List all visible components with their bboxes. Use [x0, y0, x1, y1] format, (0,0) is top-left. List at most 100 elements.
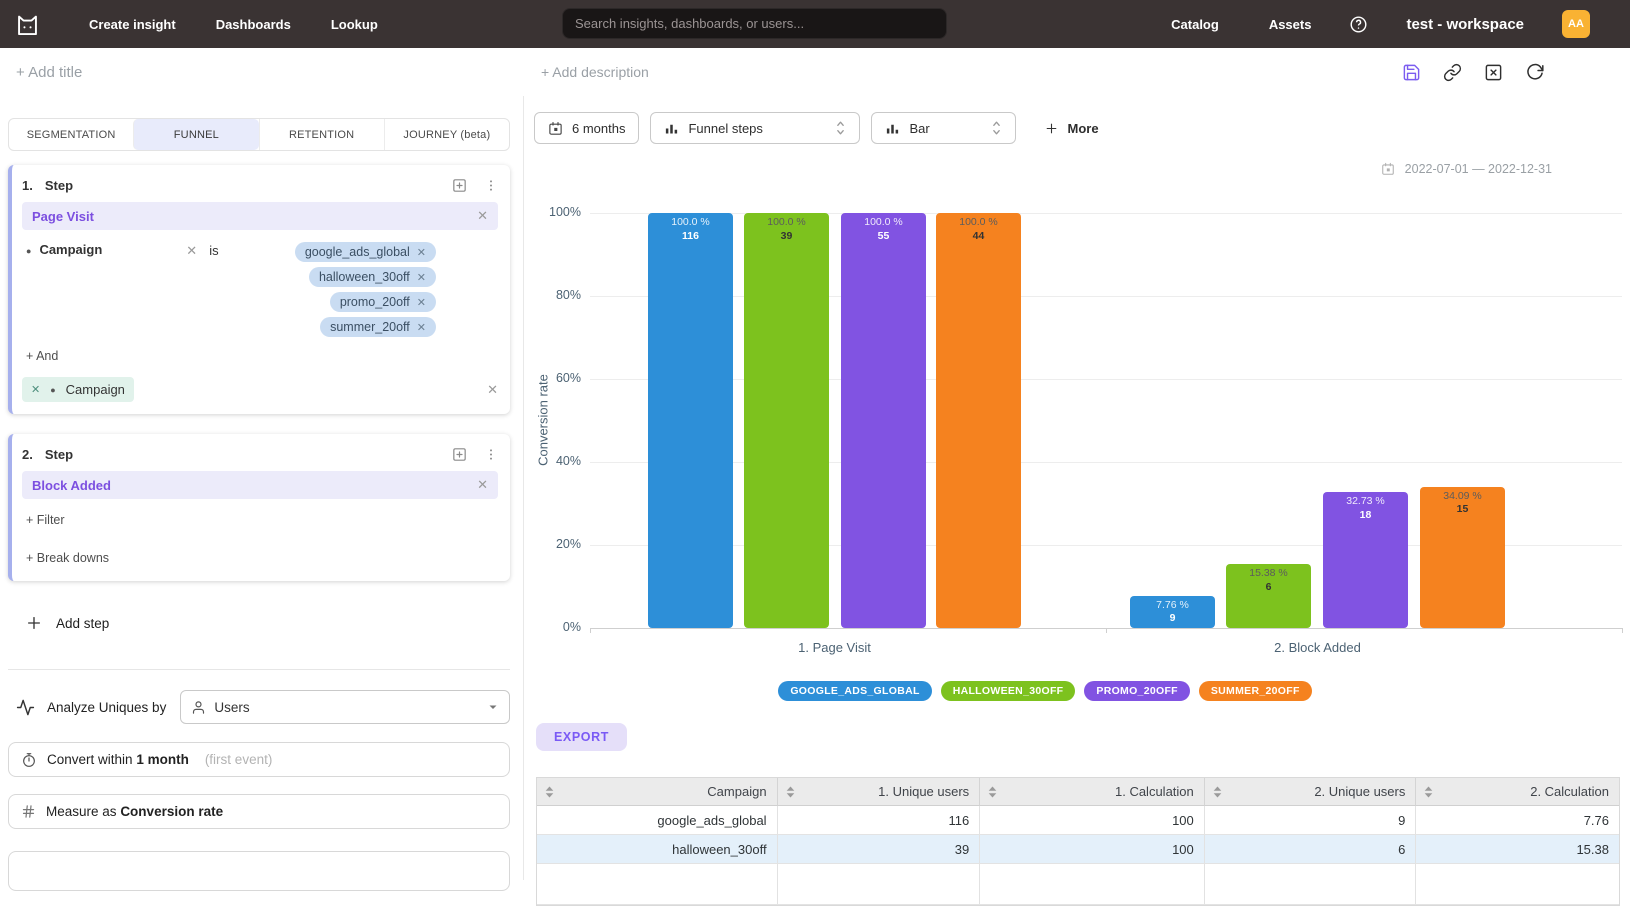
sort-icon[interactable] — [545, 786, 554, 798]
hash-icon — [21, 804, 36, 819]
app-logo-cat-icon[interactable] — [14, 11, 41, 38]
legend-pill-promo-20off[interactable]: PROMO_20OFF — [1084, 681, 1189, 701]
bar-halloween-30off-2[interactable]: 15.38 %6 — [1226, 564, 1311, 628]
filter-property[interactable]: Campaign — [39, 242, 102, 257]
plus-icon — [1045, 122, 1058, 135]
header-cell-campaign[interactable]: Campaign — [537, 778, 778, 806]
sort-icon[interactable] — [1213, 786, 1222, 798]
breakdown-chip[interactable]: ✕ ● Campaign — [22, 377, 134, 402]
export-button[interactable]: EXPORT — [536, 723, 627, 751]
date-range-button[interactable]: 6 months — [534, 112, 639, 144]
convert-within-row[interactable]: Convert within 1 month (first event) — [8, 742, 510, 777]
remove-breakdown-icon[interactable]: ✕ — [31, 383, 40, 396]
tab-segmentation[interactable]: SEGMENTATION — [9, 119, 133, 150]
legend-pill-summer-20off[interactable]: SUMMER_20OFF — [1199, 681, 1312, 701]
add-title-button[interactable]: + Add title — [16, 64, 82, 81]
chip-label: halloween_30off — [319, 270, 410, 284]
tab-funnel[interactable]: FUNNEL — [133, 119, 258, 150]
search-input[interactable] — [575, 16, 934, 31]
remove-value-icon[interactable]: ✕ — [417, 296, 426, 309]
bar-summer-20off-1[interactable]: 100.0 %44 — [936, 213, 1021, 628]
nav-link-dashboards[interactable]: Dashboards — [216, 17, 291, 32]
cell-2-unique-users: 9 — [1205, 806, 1417, 834]
duplicate-step-icon[interactable] — [451, 177, 468, 194]
add-breakdowns-link[interactable]: + Break downs — [26, 551, 498, 565]
cell-1-unique-users: 116 — [778, 806, 981, 834]
nav-link-lookup[interactable]: Lookup — [331, 17, 378, 32]
measure-as-row[interactable]: Measure as Conversion rate — [8, 794, 510, 829]
filter-operator[interactable]: is — [209, 243, 218, 258]
header-label: Campaign — [554, 784, 777, 799]
bar-summer-20off-2[interactable]: 34.09 %15 — [1420, 487, 1505, 628]
sort-icon[interactable] — [786, 786, 795, 798]
bullet-icon: ● — [50, 385, 55, 395]
remove-filter-icon[interactable]: ✕ — [186, 243, 197, 259]
filter-value-chip-halloween-30off[interactable]: halloween_30off ✕ — [309, 267, 436, 287]
header-cell-1-unique-users[interactable]: 1. Unique users — [778, 778, 981, 806]
legend-pill-google-ads-global[interactable]: GOOGLE_ADS_GLOBAL — [778, 681, 931, 701]
bar-promo-20off-1[interactable]: 100.0 %55 — [841, 213, 926, 628]
step-index: 1. — [22, 178, 33, 193]
y-tick-label: 100% — [525, 205, 581, 219]
add-description-button[interactable]: + Add description — [541, 64, 649, 80]
bar-google-ads-global-1[interactable]: 100.0 %116 — [648, 213, 733, 628]
more-label: More — [1067, 121, 1098, 136]
duplicate-step-icon[interactable] — [451, 446, 468, 463]
header-cell-2-calculation[interactable]: 2. Calculation — [1416, 778, 1619, 806]
filter-value-chip-google-ads-global[interactable]: google_ads_global ✕ — [295, 242, 436, 262]
refresh-icon[interactable] — [1525, 63, 1544, 82]
add-and-condition-link[interactable]: + And — [26, 349, 498, 363]
nav-link-create-insight[interactable]: Create insight — [89, 17, 176, 32]
tab-journey-beta[interactable]: JOURNEY (beta) — [384, 119, 509, 150]
save-icon[interactable] — [1402, 63, 1421, 82]
setting-row-partial[interactable] — [8, 851, 510, 891]
header-cell-1-calculation[interactable]: 1. Calculation — [980, 778, 1205, 806]
avatar[interactable]: AA — [1562, 10, 1590, 38]
remove-value-icon[interactable]: ✕ — [417, 321, 426, 334]
y-tick-label: 40% — [525, 454, 581, 468]
chip-label: google_ads_global — [305, 245, 410, 259]
bar-percent: 100.0 % — [841, 216, 926, 230]
sort-icon[interactable] — [988, 786, 997, 798]
panel-divider — [8, 669, 510, 670]
table-row-google-ads-global[interactable]: google_ads_global11610097.76 — [537, 806, 1619, 835]
nav-link-catalog[interactable]: Catalog — [1171, 17, 1219, 32]
tab-retention[interactable]: RETENTION — [259, 119, 384, 150]
step-title: Step — [45, 447, 73, 462]
step-2-event[interactable]: Block Added ✕ — [22, 471, 498, 499]
view-select[interactable]: Funnel steps — [650, 112, 860, 144]
cell-empty — [537, 864, 778, 904]
remove-value-icon[interactable]: ✕ — [417, 271, 426, 284]
copy-link-icon[interactable] — [1443, 63, 1462, 82]
table-row-halloween-30off[interactable]: halloween_30off39100615.38 — [537, 835, 1619, 864]
bar-count: 6 — [1226, 581, 1311, 595]
chart-type-select[interactable]: Bar — [871, 112, 1016, 144]
sort-icon[interactable] — [1424, 786, 1433, 798]
step-1-event[interactable]: Page Visit ✕ — [22, 202, 498, 230]
analyze-entity-select[interactable]: Users — [180, 690, 510, 724]
clear-icon[interactable] — [1484, 63, 1503, 82]
filter-value-chip-summer-20off[interactable]: summer_20off✕ — [320, 317, 436, 337]
add-filter-link[interactable]: + Filter — [26, 513, 498, 527]
filter-value-chip-promo-20off[interactable]: promo_20off✕ — [330, 292, 436, 312]
more-button[interactable]: More — [1045, 121, 1098, 136]
step-menu-kebab-icon[interactable] — [484, 447, 498, 462]
y-tick-label: 20% — [525, 537, 581, 551]
header-cell-2-unique-users[interactable]: 2. Unique users — [1205, 778, 1417, 806]
remove-breakdown-row-icon[interactable]: ✕ — [487, 382, 498, 398]
step-card-1: 1. Step Page Visit — [8, 165, 510, 414]
add-step-button[interactable]: Add step — [26, 615, 523, 631]
remove-event-icon[interactable]: ✕ — [477, 477, 488, 493]
help-icon[interactable] — [1349, 15, 1368, 34]
remove-value-icon[interactable]: ✕ — [417, 246, 426, 259]
step-menu-kebab-icon[interactable] — [484, 178, 498, 193]
bar-promo-20off-2[interactable]: 32.73 %18 — [1323, 492, 1408, 628]
workspace-name[interactable]: test - workspace — [1406, 16, 1524, 33]
bar-halloween-30off-1[interactable]: 100.0 %39 — [744, 213, 829, 628]
legend-pill-halloween-30off[interactable]: HALLOWEEN_30OFF — [941, 681, 1076, 701]
bar-google-ads-global-2[interactable]: 7.76 %9 — [1130, 596, 1215, 628]
nav-link-assets[interactable]: Assets — [1269, 17, 1312, 32]
remove-event-icon[interactable]: ✕ — [477, 208, 488, 224]
chart-legend: GOOGLE_ADS_GLOBAL HALLOWEEN_30OFF PROMO_20… — [525, 681, 1565, 701]
bar-percent: 15.38 % — [1226, 567, 1311, 581]
